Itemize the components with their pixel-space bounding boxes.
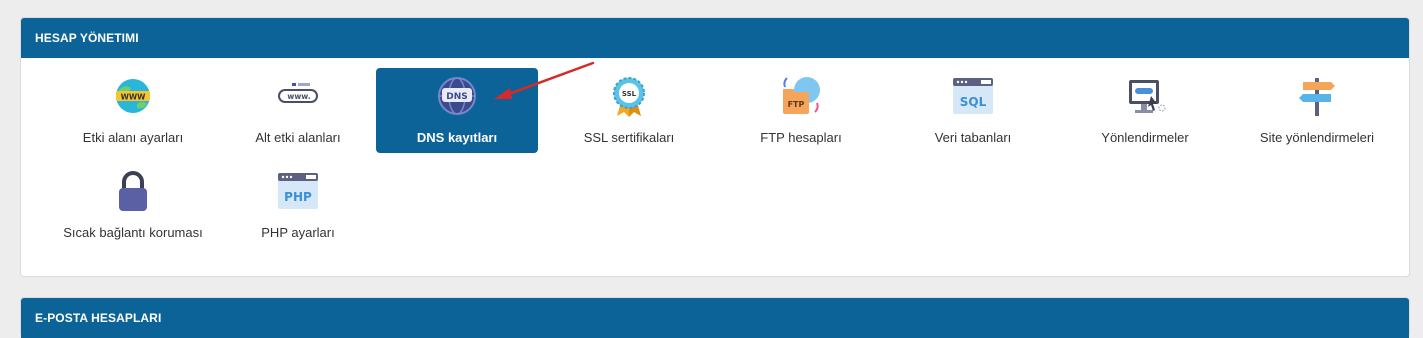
tile-label: SSL sertifikaları xyxy=(583,130,675,145)
tile-label: Sıcak bağlantı koruması xyxy=(63,225,203,240)
tile-ssl-certificates[interactable]: SSL SSL sertifikaları xyxy=(548,68,710,153)
account-management-panel: HESAP YÖNETIMI WWW Etki alanı ayarları w… xyxy=(20,17,1410,277)
account-panel-header: HESAP YÖNETIMI xyxy=(21,18,1409,58)
php-window-icon: PHP xyxy=(278,173,318,209)
padlock-icon xyxy=(119,171,147,211)
tile-label: Yönlendirmeler xyxy=(1101,130,1189,145)
svg-text:DNS: DNS xyxy=(446,92,468,102)
tile-ftp-accounts[interactable]: FTP FTP hesapları xyxy=(720,68,882,153)
tile-label: Alt etki alanları xyxy=(255,130,341,145)
tile-subdomains[interactable]: www. Alt etki alanları xyxy=(217,68,379,153)
svg-text:WWW: WWW xyxy=(121,93,147,102)
ftp-folder-icon: FTP xyxy=(783,77,820,114)
subdomain-www-icon: www. xyxy=(278,83,318,103)
svg-text:www.: www. xyxy=(287,92,310,101)
tile-redirects[interactable]: Yönlendirmeler xyxy=(1064,68,1226,153)
tile-label: PHP ayarları xyxy=(261,225,335,240)
www-globe-icon: WWW xyxy=(116,79,150,113)
tile-label: DNS kayıtları xyxy=(416,130,498,145)
tile-hotlink-protection[interactable]: Sıcak bağlantı koruması xyxy=(52,163,214,263)
tile-label: Site yönlendirmeleri xyxy=(1259,130,1375,145)
dns-globe-icon: DNS xyxy=(438,77,476,115)
tile-php-settings[interactable]: PHP PHP ayarları xyxy=(217,163,379,263)
signpost-icon xyxy=(1299,78,1335,116)
svg-text:SQL: SQL xyxy=(960,95,987,109)
tile-databases[interactable]: SQL Veri tabanları xyxy=(892,68,1054,153)
tile-label: Veri tabanları xyxy=(934,130,1012,145)
tile-dns-records[interactable]: DNS DNS kayıtları xyxy=(376,68,538,153)
svg-text:FTP: FTP xyxy=(788,100,805,109)
tile-domain-settings[interactable]: WWW Etki alanı ayarları xyxy=(52,68,214,153)
email-accounts-panel: E-POSTA HESAPLARI xyxy=(20,297,1410,338)
sql-database-icon: SQL xyxy=(953,78,993,114)
tile-site-redirects[interactable]: Site yönlendirmeleri xyxy=(1236,68,1398,153)
svg-text:SSL: SSL xyxy=(622,90,637,98)
ssl-badge-icon: SSL xyxy=(613,77,645,117)
email-panel-header: E-POSTA HESAPLARI xyxy=(21,298,1409,338)
tile-label: FTP hesapları xyxy=(760,130,842,145)
redirect-monitor-icon xyxy=(1129,80,1166,113)
svg-text:PHP: PHP xyxy=(284,190,312,204)
tile-label: Etki alanı ayarları xyxy=(82,130,184,145)
